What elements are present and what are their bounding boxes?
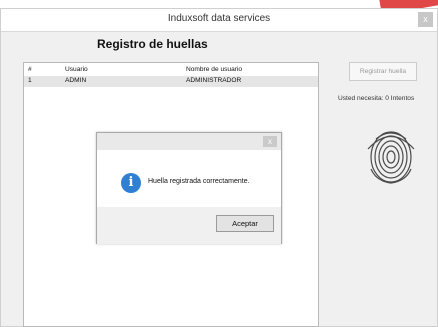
- dialog-title-bar[interactable]: x: [97, 133, 281, 150]
- dialog-message: Huella registrada correctamente.: [148, 178, 250, 185]
- panel-heading: Registro de huellas: [97, 37, 208, 51]
- cell-name: ADMINISTRADOR: [186, 77, 242, 84]
- ok-button[interactable]: Aceptar: [216, 215, 274, 232]
- message-dialog: x i Huella registrada correctamente. Ace…: [96, 132, 282, 244]
- info-icon: i: [121, 173, 141, 193]
- cell-number: 1: [28, 77, 32, 84]
- dialog-footer: Aceptar: [97, 207, 281, 244]
- table-row[interactable]: 1 ADMIN ADMINISTRADOR: [24, 76, 318, 87]
- register-fingerprint-button[interactable]: Registrar huella: [349, 62, 417, 81]
- app-window: Induxsoft data services x Registro de hu…: [0, 8, 438, 327]
- dialog-close-icon[interactable]: x: [263, 136, 277, 147]
- title-bar[interactable]: Induxsoft data services x: [1, 9, 437, 32]
- window-title: Induxsoft data services: [167, 13, 271, 24]
- fingerprint-icon: [356, 119, 426, 189]
- attempts-status: Usted necesita: 0 Intentos: [338, 95, 415, 102]
- cell-user: ADMIN: [65, 77, 87, 84]
- table-header: # Usuario Nombre de usuario: [24, 65, 318, 76]
- column-header-name[interactable]: Nombre de usuario: [186, 66, 242, 73]
- column-header-number[interactable]: #: [28, 66, 32, 73]
- column-header-user[interactable]: Usuario: [65, 66, 88, 73]
- close-icon[interactable]: x: [418, 12, 433, 27]
